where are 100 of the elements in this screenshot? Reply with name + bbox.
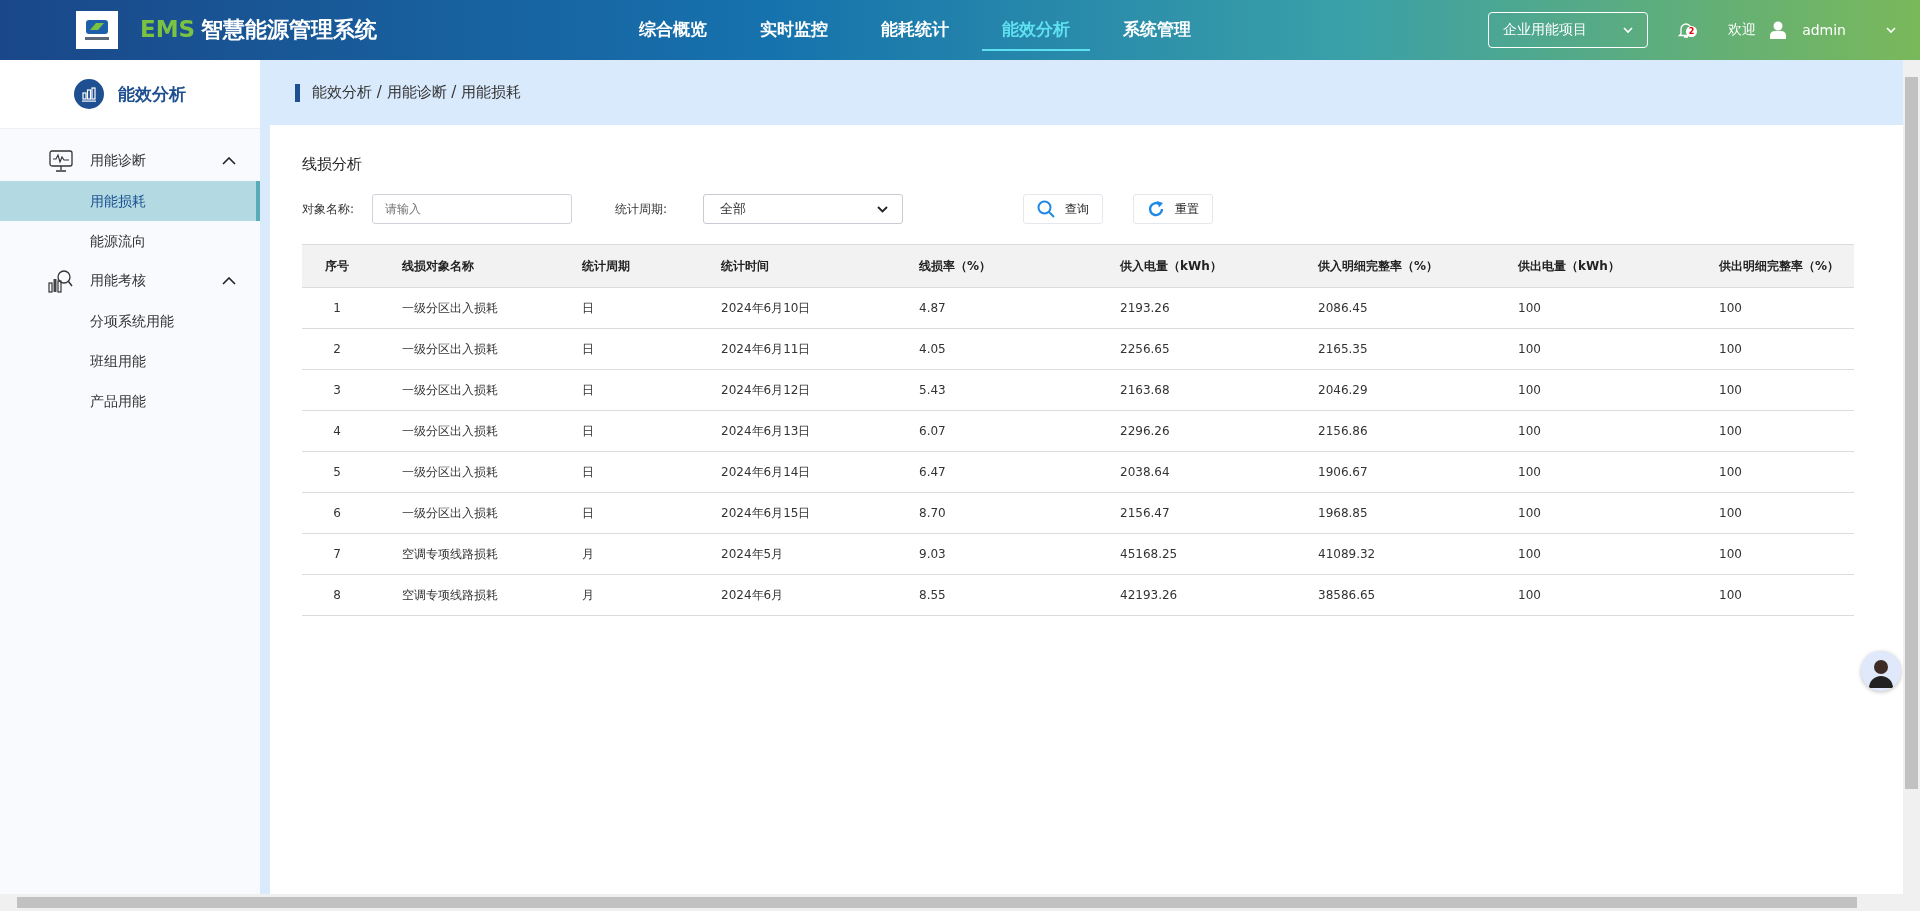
nav-tab[interactable]: 系统管理 <box>1103 9 1212 51</box>
table-cell-text: 100 <box>1518 588 1542 602</box>
table-cell-text: 2156.86 <box>1318 424 1369 438</box>
table-cell-text: 2 <box>332 342 342 356</box>
column-header: 统计周期 <box>582 257 631 275</box>
menu-item[interactable]: 产品用能 <box>0 381 260 421</box>
table-cell-text: 100 <box>1719 547 1743 561</box>
chevron-down-icon[interactable] <box>1886 26 1896 34</box>
table-cell-text: 2086.45 <box>1318 301 1369 315</box>
table-cell-text: 月 <box>582 545 595 563</box>
table-cell-text: 6 <box>332 506 342 520</box>
table-cell-text: 100 <box>1518 506 1542 520</box>
table-cell-text: 一级分区出入损耗 <box>401 381 499 399</box>
column-header: 供出明细完整率（%） <box>1719 257 1841 275</box>
table-cell-text: 100 <box>1518 547 1542 561</box>
table-cell-text: 日 <box>582 422 595 440</box>
table-cell-text: 空调专项线路损耗 <box>401 586 499 604</box>
table-cell-text: 38586.65 <box>1318 588 1377 602</box>
table-cell-text: 2024年6月12日 <box>721 381 812 399</box>
table-cell-text: 2024年6月10日 <box>721 299 812 317</box>
table-cell-text: 100 <box>1719 424 1743 438</box>
notification-bell[interactable]: 2 <box>1678 21 1695 39</box>
menu-group[interactable]: 用能诊断 <box>0 141 260 181</box>
period-dropdown[interactable]: 全部 <box>703 194 903 224</box>
nav-tab[interactable]: 实时监控 <box>740 9 849 51</box>
brand-prefix: EMS <box>140 16 196 42</box>
table-cell-text: 2024年6月15日 <box>721 504 812 522</box>
table-cell-text: 日 <box>582 463 595 481</box>
menu-item[interactable]: 用能损耗 <box>0 181 260 221</box>
horizontal-scrollbar[interactable] <box>0 894 1920 911</box>
menu-item[interactable]: 分项系统用能 <box>0 301 260 341</box>
user-icon <box>1770 21 1787 39</box>
table-cell-text: 9.03 <box>919 547 947 561</box>
table-cell-text: 2296.26 <box>1120 424 1171 438</box>
table-cell-text: 1906.67 <box>1318 465 1369 479</box>
search-button[interactable]: 查询 <box>1023 194 1103 224</box>
chart-search-icon <box>48 269 74 293</box>
table-cell-text: 100 <box>1719 465 1743 479</box>
table-cell-text: 2024年6月14日 <box>721 463 812 481</box>
vertical-scrollbar[interactable] <box>1903 60 1920 894</box>
sidebar-title: 能效分析 <box>118 82 186 106</box>
table-cell-text: 100 <box>1518 465 1542 479</box>
table-cell-text: 100 <box>1719 506 1743 520</box>
monitor-icon <box>48 150 74 172</box>
table-cell-text: 5 <box>332 465 342 479</box>
bar-chart-icon <box>74 79 104 109</box>
table-cell-text: 3 <box>332 383 342 397</box>
field-label: 对象名称: <box>302 200 356 218</box>
assistant-avatar[interactable] <box>1861 651 1901 691</box>
field-label: 统计周期: <box>615 200 669 218</box>
reset-button[interactable]: 重置 <box>1133 194 1213 224</box>
table-cell-text: 空调专项线路损耗 <box>401 545 499 563</box>
menu-item[interactable]: 班组用能 <box>0 341 260 381</box>
table-cell-text: 1968.85 <box>1318 506 1369 520</box>
column-header: 供出电量（kWh） <box>1518 257 1621 275</box>
table-cell-text: 2038.64 <box>1120 465 1171 479</box>
table-cell-text: 100 <box>1719 301 1743 315</box>
table-cell-text: 2193.26 <box>1120 301 1171 315</box>
table-cell-text: 8 <box>332 588 342 602</box>
column-header: 供入明细完整率（%） <box>1318 257 1440 275</box>
table-cell-text: 一级分区出入损耗 <box>401 299 499 317</box>
app-title: 智慧能源管理系统 <box>201 16 378 44</box>
column-header: 序号 <box>324 257 350 275</box>
refresh-icon <box>1147 200 1165 218</box>
table-cell-text: 2024年5月 <box>721 545 785 563</box>
table-cell-text: 100 <box>1719 383 1743 397</box>
nav-tab[interactable]: 能耗统计 <box>861 9 970 51</box>
breadcrumb-marker <box>295 83 300 102</box>
column-header: 统计时间 <box>721 257 770 275</box>
table-cell-text: 6.47 <box>919 465 947 479</box>
table-cell-text: 100 <box>1719 342 1743 356</box>
nav-tab[interactable]: 综合概览 <box>619 9 728 51</box>
table-cell-text: 45168.25 <box>1120 547 1179 561</box>
table-cell-text: 5.43 <box>919 383 947 397</box>
menu-group[interactable]: 用能考核 <box>0 261 260 301</box>
table-cell-text: 2024年6月 <box>721 586 785 604</box>
table-cell-text: 100 <box>1518 301 1542 315</box>
table-cell-text: 8.55 <box>919 588 947 602</box>
table-cell-text: 41089.32 <box>1318 547 1377 561</box>
table-cell-text: 一级分区出入损耗 <box>401 463 499 481</box>
table-cell-text: 2156.47 <box>1120 506 1171 520</box>
table-cell-text: 2024年6月11日 <box>721 340 812 358</box>
table-cell-text: 日 <box>582 504 595 522</box>
column-header: 线损对象名称 <box>401 257 475 275</box>
logo-icon <box>76 11 118 49</box>
table-cell-text: 100 <box>1518 424 1542 438</box>
table-cell-text: 2163.68 <box>1120 383 1171 397</box>
table-cell-text: 一级分区出入损耗 <box>401 504 499 522</box>
table-cell-text: 日 <box>582 381 595 399</box>
table-cell-text: 42193.26 <box>1120 588 1179 602</box>
table-cell-text: 月 <box>582 586 595 604</box>
table-cell-text: 2046.29 <box>1318 383 1369 397</box>
table-cell-text: 2024年6月13日 <box>721 422 812 440</box>
table-cell-text: 日 <box>582 299 595 317</box>
table-cell-text: 100 <box>1719 588 1743 602</box>
panel-title: 线损分析 <box>302 155 363 174</box>
welcome-text: 欢迎 <box>1728 21 1757 39</box>
name-input-field[interactable]: 请输入 <box>372 194 572 224</box>
menu-item[interactable]: 能源流向 <box>0 221 260 261</box>
table-cell-text: 2165.35 <box>1318 342 1369 356</box>
